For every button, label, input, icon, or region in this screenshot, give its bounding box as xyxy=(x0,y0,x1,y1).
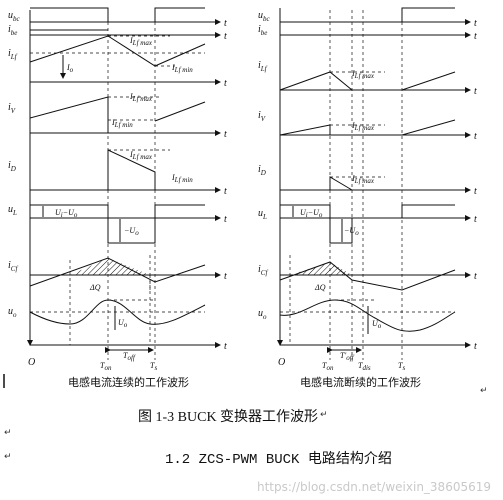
section-heading: 1.2 ZCS-PWM BUCK 电路结构介绍 xyxy=(165,452,392,468)
svg-text:t: t xyxy=(224,186,227,197)
right-id-waveform xyxy=(280,176,471,193)
svg-text:uo: uo xyxy=(8,306,17,319)
return-mark: ↵ xyxy=(380,452,388,462)
return-mark: ↵ xyxy=(480,386,488,396)
figure-caption: 图 1-3 BUCK 变换器工作波形 xyxy=(138,410,319,425)
right-dashed-guides xyxy=(289,10,403,360)
svg-text:t: t xyxy=(224,78,227,89)
svg-text:iV: iV xyxy=(258,110,266,123)
svg-text:iLf: iLf xyxy=(258,60,268,73)
svg-text:T′off: T′off xyxy=(340,351,355,362)
svg-text:t: t xyxy=(224,31,227,42)
svg-text:t: t xyxy=(474,271,477,282)
right-iv-waveform xyxy=(279,119,471,138)
svg-text:ibe: ibe xyxy=(258,24,267,37)
left-ubc-waveform xyxy=(30,7,221,25)
svg-text:Toff: Toff xyxy=(123,351,136,362)
return-mark: ↵ xyxy=(4,428,12,438)
svg-text:ILf max: ILf max xyxy=(351,174,375,185)
svg-text:电感电流连续的工作波形: 电感电流连续的工作波形 xyxy=(68,375,189,389)
right-panel xyxy=(277,7,471,360)
return-mark: ↵ xyxy=(4,452,12,462)
svg-text:iLf: iLf xyxy=(8,48,18,61)
svg-text:uL: uL xyxy=(8,204,17,217)
svg-text:t: t xyxy=(474,86,477,97)
svg-text:ILf max: ILf max xyxy=(129,150,153,161)
left-panel-labels: ubc ibe iLf iV iD uL iCf uo O t t t t t … xyxy=(8,10,227,389)
left-ilf-waveform xyxy=(29,35,221,85)
svg-text:t: t xyxy=(474,186,477,197)
left-panel xyxy=(27,7,221,360)
svg-text:t: t xyxy=(224,129,227,140)
left-id-waveform xyxy=(30,149,221,193)
svg-text:Ton: Ton xyxy=(100,361,112,372)
svg-text:iV: iV xyxy=(8,102,16,115)
svg-text:Io: Io xyxy=(66,63,74,74)
svg-text:ubc: ubc xyxy=(8,10,21,23)
svg-text:t: t xyxy=(474,214,477,225)
svg-text:ΔQ: ΔQ xyxy=(314,283,326,292)
watermark: https://blog.csdn.net/weixin_38605619 xyxy=(256,480,491,494)
left-icf-waveform xyxy=(29,257,221,290)
svg-text:Ts: Ts xyxy=(398,361,405,372)
svg-text:O: O xyxy=(28,357,35,368)
svg-text:t: t xyxy=(224,214,227,225)
svg-text:uo: uo xyxy=(258,308,267,321)
return-mark: ↵ xyxy=(320,410,328,420)
svg-text:Tdis: Tdis xyxy=(358,361,371,372)
svg-text:ILf max: ILf max xyxy=(129,36,153,47)
svg-text:电感电流断续的工作波形: 电感电流断续的工作波形 xyxy=(300,375,421,389)
left-dashed-guides xyxy=(69,10,156,360)
svg-text:ILf max: ILf max xyxy=(129,92,153,103)
svg-text:ibe: ibe xyxy=(8,24,17,37)
svg-text:−Uo: −Uo xyxy=(124,226,139,237)
svg-text:iCf: iCf xyxy=(8,260,18,273)
svg-text:O: O xyxy=(278,357,285,368)
svg-text:Ui−Uo: Ui−Uo xyxy=(300,208,323,219)
svg-text:ubc: ubc xyxy=(258,10,271,23)
svg-text:uL: uL xyxy=(258,208,267,221)
svg-text:iCf: iCf xyxy=(258,264,268,277)
svg-text:Ui−Uo: Ui−Uo xyxy=(55,208,78,219)
svg-text:iD: iD xyxy=(8,160,16,173)
right-icf-waveform xyxy=(279,261,471,291)
svg-text:Ts: Ts xyxy=(150,361,157,372)
right-ilf-waveform xyxy=(279,71,471,93)
svg-text:ILf min: ILf min xyxy=(171,173,193,184)
svg-text:Uo: Uo xyxy=(118,318,128,329)
svg-text:t: t xyxy=(224,271,227,282)
svg-text:t: t xyxy=(224,18,227,29)
svg-text:t: t xyxy=(474,31,477,42)
svg-text:t: t xyxy=(474,131,477,142)
svg-text:t: t xyxy=(474,341,477,352)
left-ibe-waveform xyxy=(29,29,221,38)
svg-text:t: t xyxy=(224,341,227,352)
svg-text:iD: iD xyxy=(258,164,266,177)
svg-text:Ton: Ton xyxy=(322,361,334,372)
right-ubc-waveform xyxy=(279,7,471,25)
svg-text:ΔQ: ΔQ xyxy=(89,283,101,292)
svg-text:t: t xyxy=(474,18,477,29)
buck-waveform-figure: ubc ibe iLf iV iD uL iCf uo O t t t t t … xyxy=(3,7,477,389)
svg-text:ILf max: ILf max xyxy=(351,121,375,132)
svg-text:ILf min: ILf min xyxy=(171,63,193,74)
